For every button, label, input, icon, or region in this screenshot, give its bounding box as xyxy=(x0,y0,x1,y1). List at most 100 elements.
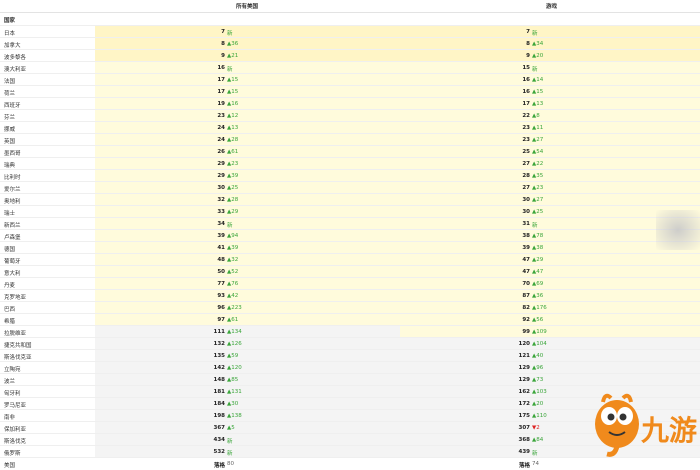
rank-value: 41 xyxy=(217,245,225,251)
rank-value: 532 xyxy=(213,449,225,455)
rank-change: ▲13 xyxy=(532,101,544,107)
rank-value: 111 xyxy=(213,329,225,335)
rank-value: 129 xyxy=(518,365,530,371)
country-name: 荷兰 xyxy=(4,91,16,97)
rank-change: ▲23 xyxy=(532,185,544,191)
country-name: 立陶宛 xyxy=(4,367,21,373)
rank-change: ▲29 xyxy=(532,257,544,263)
rank-value: 99 xyxy=(522,329,530,335)
logo-text: 九游 xyxy=(641,414,697,447)
column-header-games[interactable]: 游戏 xyxy=(546,2,557,10)
rank-change: ▲32 xyxy=(227,257,239,263)
rank-change: 新 xyxy=(532,451,538,457)
rank-value: 162 xyxy=(518,389,530,395)
rank-change: ▲22 xyxy=(532,161,544,167)
rank-value: 96 xyxy=(217,305,225,311)
rank-value: 93 xyxy=(217,293,225,299)
rank-change: ▲30 xyxy=(227,401,239,407)
rank-value: 175 xyxy=(518,413,530,419)
rank-change: ▲28 xyxy=(227,197,239,203)
rank-change: ▲25 xyxy=(227,185,239,191)
rank-value: 87 xyxy=(522,293,530,299)
rank-value: 24 xyxy=(217,125,225,131)
rank-change: 新 xyxy=(227,31,233,37)
rank-change: 新 xyxy=(227,223,233,229)
rank-change: ▲223 xyxy=(227,305,242,311)
rank-value: 29 xyxy=(217,161,225,167)
rank-value: 434 xyxy=(213,437,225,443)
rank-value: 31 xyxy=(522,221,530,227)
rank-value: 120 xyxy=(518,341,530,347)
rank-value: 439 xyxy=(518,449,530,455)
rank-value: 24 xyxy=(217,137,225,143)
rank-change: ▲40 xyxy=(532,353,544,359)
country-name: 奥地利 xyxy=(4,199,21,205)
rank-value: 47 xyxy=(522,257,530,263)
country-name: 瑞典 xyxy=(4,163,16,169)
rank-change: ▲16 xyxy=(227,101,239,107)
rank-change: ▲73 xyxy=(532,377,544,383)
rank-change: ▲28 xyxy=(227,137,239,143)
rank-value: 23 xyxy=(217,113,225,119)
rank-value: 129 xyxy=(518,377,530,383)
rank-change: ▲126 xyxy=(227,341,242,347)
rank-value: 落格 xyxy=(518,463,530,469)
column-header-all[interactable]: 所有美国 xyxy=(236,2,258,10)
rank-value: 22 xyxy=(522,113,530,119)
rank-value: 16 xyxy=(522,77,530,83)
rank-value: 132 xyxy=(213,341,225,347)
rank-change: ▲5 xyxy=(227,425,235,431)
rank-value: 9 xyxy=(526,53,530,59)
rank-change: ▲27 xyxy=(532,197,544,203)
rank-value: 32 xyxy=(217,197,225,203)
rank-change: ▲110 xyxy=(532,413,547,419)
country-name: 拉脱维亚 xyxy=(4,331,27,337)
country-name: 墨西哥 xyxy=(4,151,21,157)
country-name: 保加利亚 xyxy=(4,427,27,433)
rank-change: ▲27 xyxy=(532,137,544,143)
rank-change: ▲13 xyxy=(227,125,239,131)
rank-change: ▲47 xyxy=(532,269,544,275)
country-name: 加拿大 xyxy=(4,43,21,49)
rank-change: ▲39 xyxy=(227,173,239,179)
rank-change: ▲11 xyxy=(532,125,544,131)
rank-change: ▲131 xyxy=(227,389,242,395)
rank-change: ▲8 xyxy=(532,113,540,119)
rank-value: 27 xyxy=(522,161,530,167)
rank-value: 34 xyxy=(217,221,225,227)
rank-value: 16 xyxy=(217,65,225,71)
country-name: 斯洛伐克亚 xyxy=(4,355,32,361)
country-name: 丹麦 xyxy=(4,283,16,289)
country-name: 英国 xyxy=(4,139,16,145)
country-name: 波兰 xyxy=(4,379,16,385)
rank-change: ▲76 xyxy=(227,281,239,287)
rank-value: 39 xyxy=(522,245,530,251)
country-name: 德国 xyxy=(4,247,16,253)
rank-value: 172 xyxy=(518,401,530,407)
rank-value: 48 xyxy=(217,257,225,263)
country-name: 爱尔兰 xyxy=(4,187,21,193)
rank-change: ▲34 xyxy=(532,41,544,47)
country-name: 日本 xyxy=(4,31,16,37)
rank-value: 47 xyxy=(522,269,530,275)
rank-change: ▲52 xyxy=(227,269,239,275)
rank-value: 9 xyxy=(221,53,225,59)
rank-change: ▲36 xyxy=(532,293,544,299)
rank-change: ▲134 xyxy=(227,329,242,335)
rank-value: 77 xyxy=(217,281,225,287)
rank-value: 8 xyxy=(221,41,225,47)
country-name: 巴西 xyxy=(4,307,16,313)
rank-change: ▲29 xyxy=(227,209,239,215)
country-name: 西班牙 xyxy=(4,103,21,109)
rank-value: 142 xyxy=(213,365,225,371)
rank-value: 30 xyxy=(217,185,225,191)
country-name: 瑞士 xyxy=(4,211,16,217)
rank-change: ▲23 xyxy=(227,161,239,167)
rank-value: 15 xyxy=(522,65,530,71)
section-header: 国家 xyxy=(0,13,700,25)
rank-value: 38 xyxy=(522,233,530,239)
country-name: 葡萄牙 xyxy=(4,259,21,265)
rank-value: 7 xyxy=(221,29,225,35)
rank-value: 23 xyxy=(522,137,530,143)
rank-value: 30 xyxy=(522,197,530,203)
